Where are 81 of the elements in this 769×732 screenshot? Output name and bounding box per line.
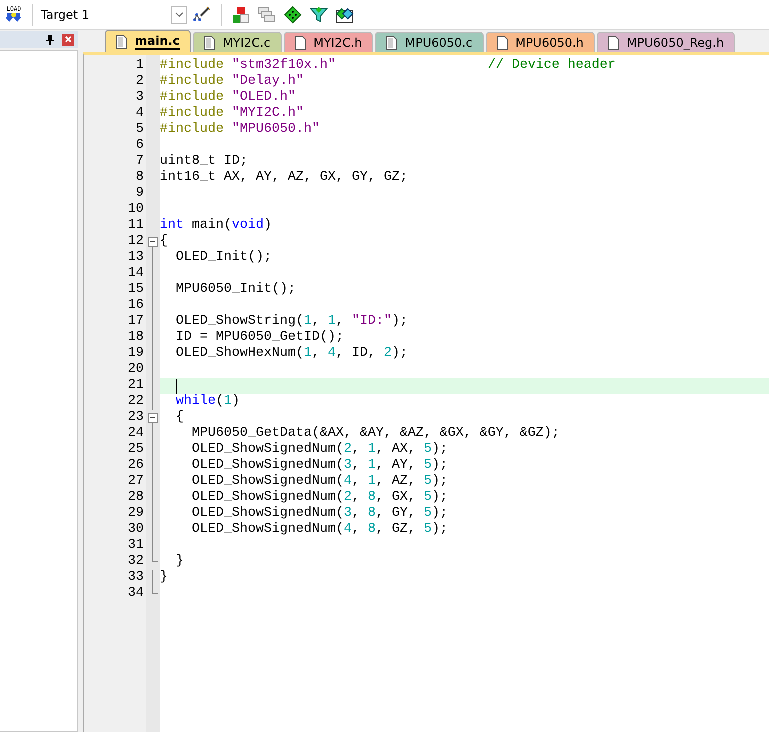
code-line: #include "MYI2C.h" [160, 106, 304, 122]
code-line: } [160, 570, 168, 586]
code-line: { [174, 410, 184, 426]
code-line: OLED_ShowSignedNum(3, 8, GY, 5); [190, 506, 448, 522]
chevron-down-icon [174, 12, 184, 18]
code-line: int main(void) [160, 218, 272, 234]
code-line: #include "stm32f10x.h" // Device header [160, 58, 616, 74]
line-number: 33 [127, 570, 144, 586]
file-icon [386, 36, 398, 50]
close-button[interactable] [62, 34, 74, 46]
file-icon [496, 36, 508, 50]
file-tab[interactable]: MPU6050.c [375, 32, 484, 52]
line-number: 10 [127, 202, 144, 218]
code-line: OLED_ShowSignedNum(4, 1, AZ, 5); [190, 474, 448, 490]
line-number: 28 [127, 490, 144, 506]
code-line: OLED_ShowSignedNum(2, 1, AX, 5); [190, 442, 448, 458]
code-line: MPU6050_Init(); [174, 282, 296, 298]
line-number: 11 [127, 218, 144, 234]
file-tab[interactable]: MYI2C.h [284, 32, 374, 52]
line-number: 9 [135, 186, 144, 202]
fold-end-icon [152, 586, 158, 594]
line-number: 25 [127, 442, 144, 458]
line-number: 13 [127, 250, 144, 266]
diamond-button[interactable] [282, 4, 304, 26]
file-tab[interactable]: MPU6050.h [486, 32, 595, 52]
line-number: 29 [127, 506, 144, 522]
line-number: 4 [135, 106, 144, 122]
line-number: 6 [135, 138, 144, 154]
code-line: OLED_ShowHexNum(1, 4, ID, 2); [174, 346, 408, 362]
line-number: 20 [127, 362, 144, 378]
line-number: 26 [127, 458, 144, 474]
line-number: 34 [127, 586, 144, 602]
line-number: 2 [135, 74, 144, 90]
code-line: } [174, 554, 184, 570]
line-number: 12 [127, 234, 144, 250]
line-number: 30 [127, 522, 144, 538]
code-line: OLED_ShowSignedNum(4, 8, GZ, 5); [190, 522, 448, 538]
code-line: OLED_ShowSignedNum(2, 8, GX, 5); [190, 490, 448, 506]
line-number: 14 [127, 266, 144, 282]
code-line: #include "MPU6050.h" [160, 122, 320, 138]
file-tab[interactable]: main.c [105, 30, 191, 52]
code-line: int16_t AX, AY, AZ, GX, GY, GZ; [160, 170, 408, 186]
collapse-icon[interactable] [148, 410, 159, 426]
code-line: OLED_Init(); [174, 250, 272, 266]
code-line: OLED_ShowString(1, 1, "ID:"); [174, 314, 408, 330]
line-number: 15 [127, 282, 144, 298]
target-dropdown[interactable]: Target 1 [41, 4, 187, 24]
pin-icon[interactable] [46, 34, 54, 44]
code-line: OLED_ShowSignedNum(3, 1, AY, 5); [190, 458, 448, 474]
file-tab[interactable]: MPU6050_Reg.h [596, 32, 736, 52]
line-number: 27 [127, 474, 144, 490]
line-number: 5 [135, 122, 144, 138]
collapse-icon[interactable] [148, 234, 159, 250]
file-icon [204, 36, 215, 50]
line-number: 16 [127, 298, 144, 314]
line-number: 21 [127, 378, 144, 394]
line-number: 22 [127, 394, 144, 410]
line-number: 18 [127, 330, 144, 346]
line-number: 31 [127, 538, 144, 554]
line-number: 24 [127, 426, 144, 442]
line-number: 19 [127, 346, 144, 362]
line-number: 8 [135, 170, 144, 186]
file-icon [116, 34, 127, 48]
code-line: uint8_t ID; [160, 154, 248, 170]
line-number: 3 [135, 90, 144, 106]
line-number: 32 [127, 554, 144, 570]
code-line: { [160, 234, 168, 250]
code-line: while(1) [174, 394, 240, 410]
file-icon [608, 36, 619, 50]
code-line: #include "OLED.h" [160, 90, 296, 106]
code-line: MPU6050_GetData(&AX, &AY, &AZ, &GX, &GY, &GZ); [190, 426, 560, 442]
file-tab[interactable]: MYI2C.c [192, 32, 282, 52]
code-line: #include "Delay.h" [160, 74, 304, 90]
code-line: ID = MPU6050_GetID(); [174, 330, 344, 346]
line-number: 7 [135, 154, 144, 170]
line-number: 17 [127, 314, 144, 330]
line-number: 1 [135, 58, 144, 74]
fold-end-icon [152, 554, 158, 562]
file-icon [294, 36, 306, 50]
fold-line [152, 570, 154, 586]
line-number: 23 [127, 410, 144, 426]
